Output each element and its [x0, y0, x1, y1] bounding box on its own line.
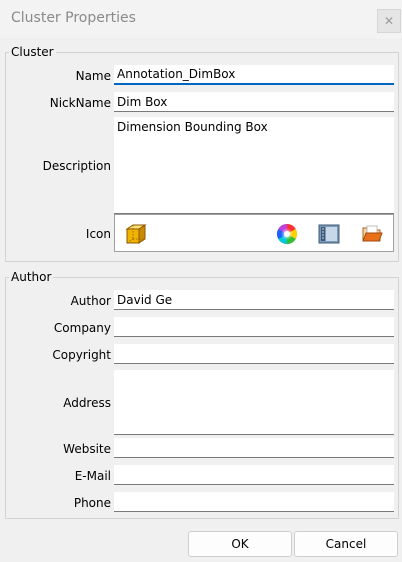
window-title: Cluster Properties	[11, 10, 136, 26]
icon-picker[interactable]	[114, 214, 394, 252]
close-button[interactable]: ✕	[377, 9, 401, 33]
copyright-label: Copyright	[52, 348, 111, 362]
cancel-button[interactable]: Cancel	[294, 531, 398, 557]
nickname-label: NickName	[49, 96, 111, 110]
panel-icon[interactable]	[318, 223, 340, 245]
company-field[interactable]	[114, 317, 394, 337]
cluster-group-legend: Cluster	[11, 45, 54, 59]
phone-label: Phone	[73, 496, 111, 510]
author-field[interactable]	[114, 290, 394, 310]
name-field[interactable]	[114, 65, 394, 85]
name-label: Name	[75, 69, 111, 83]
cube-icon	[125, 224, 147, 244]
author-label: Author	[70, 294, 111, 308]
phone-field[interactable]	[114, 492, 394, 512]
website-label: Website	[63, 442, 111, 456]
color-wheel-icon[interactable]	[276, 223, 298, 245]
website-field[interactable]	[114, 438, 394, 458]
company-label: Company	[53, 321, 111, 335]
author-group-legend: Author	[11, 270, 52, 284]
open-folder-icon[interactable]	[361, 223, 383, 245]
description-field[interactable]: Dimension Bounding Box	[114, 117, 394, 214]
email-label: E-Mail	[74, 469, 111, 483]
nickname-field[interactable]	[114, 92, 394, 112]
title-bar: Cluster Properties ✕	[0, 0, 402, 38]
icon-label: Icon	[85, 227, 111, 241]
address-field[interactable]	[114, 370, 394, 435]
description-text: Dimension Bounding Box	[117, 120, 268, 134]
email-field[interactable]	[114, 465, 394, 485]
description-label: Description	[42, 159, 111, 173]
address-label: Address	[63, 396, 111, 410]
close-icon: ✕	[383, 14, 395, 28]
ok-button[interactable]: OK	[188, 531, 292, 557]
copyright-field[interactable]	[114, 344, 394, 364]
